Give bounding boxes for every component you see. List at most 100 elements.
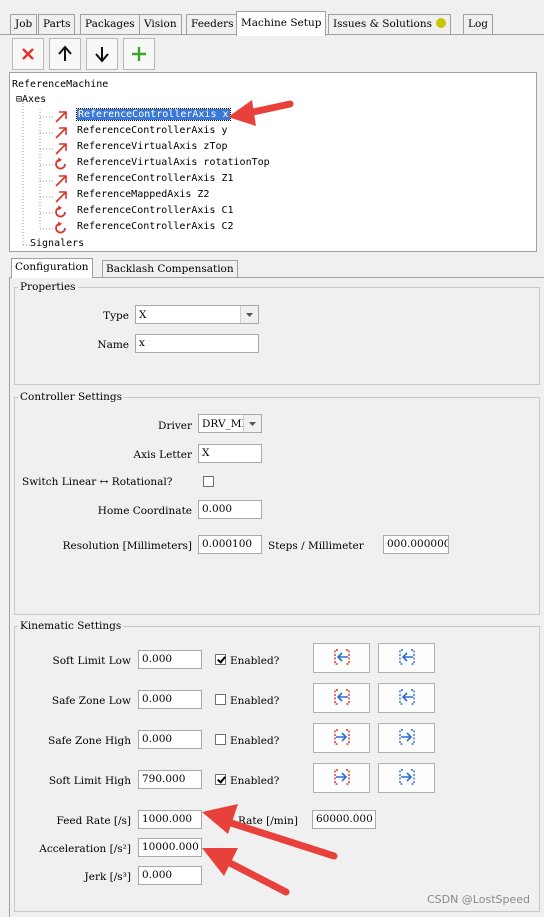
tab-label: Parts xyxy=(43,18,71,30)
soft-limit-high-move-button[interactable] xyxy=(378,763,435,793)
rotation-axis-icon xyxy=(54,221,68,235)
tab-label: Packages xyxy=(85,18,135,30)
soft-limit-low-enabled-checkbox[interactable] xyxy=(215,654,226,665)
soft-limit-low-field[interactable]: 0.000 xyxy=(138,650,202,669)
safe-zone-low-capture-button[interactable] xyxy=(313,683,370,713)
watermark: CSDN @LostSpeed xyxy=(426,893,530,906)
move-high-icon xyxy=(397,768,417,789)
safe-zone-high-field[interactable]: 0.000 xyxy=(138,730,202,749)
safe-zone-high-label: Safe Zone High xyxy=(48,735,131,747)
tree-connectors xyxy=(22,103,54,246)
home-coordinate-field[interactable]: 0.000 xyxy=(198,500,262,519)
switch-rotational-checkbox[interactable] xyxy=(203,476,214,487)
capture-high-icon xyxy=(332,768,352,789)
tab-label: Backlash Compensation xyxy=(106,263,234,275)
annotation-arrow-icon xyxy=(228,100,294,126)
steps-per-mm-field[interactable]: 000.000000 xyxy=(383,535,449,554)
tree-axis-item[interactable]: ReferenceVirtualAxis zTop xyxy=(77,141,228,152)
soft-limit-high-field[interactable]: 790.000 xyxy=(138,770,202,789)
tree-axis-item[interactable]: ReferenceControllerAxis y xyxy=(77,125,228,136)
tree-axis-item[interactable]: ReferenceControllerAxis C1 xyxy=(77,205,234,216)
safe-zone-low-field[interactable]: 0.000 xyxy=(138,690,202,709)
jerk-field[interactable]: 0.000 xyxy=(138,866,202,885)
axis-letter-label: Axis Letter xyxy=(133,449,192,461)
soft-limit-low-label: Soft Limit Low xyxy=(52,655,131,667)
group-title: Properties xyxy=(20,281,76,293)
steps-per-mm-label: Steps / Millimeter xyxy=(268,540,364,552)
tab-feeders[interactable]: Feeders xyxy=(186,14,239,34)
tab-packages[interactable]: Packages xyxy=(80,14,140,34)
move-low-icon xyxy=(397,648,417,669)
soft-limit-low-move-button[interactable] xyxy=(378,643,435,673)
plus-icon xyxy=(132,47,146,61)
tree-signalers-node[interactable]: Signalers xyxy=(30,238,84,249)
safe-zone-high-capture-button[interactable] xyxy=(313,723,370,753)
tree-axis-item[interactable]: ReferenceMappedAxis Z2 xyxy=(77,189,209,200)
tab-label: Log xyxy=(468,18,489,30)
tab-configuration[interactable]: Configuration xyxy=(11,258,93,278)
safe-zone-low-enabled-checkbox[interactable] xyxy=(215,694,226,705)
safe-zone-low-move-button[interactable] xyxy=(378,683,435,713)
tree-axis-item[interactable]: ReferenceControllerAxis C2 xyxy=(77,221,234,232)
capture-low-icon xyxy=(332,648,352,669)
safe-zone-high-enabled-checkbox[interactable] xyxy=(215,734,226,745)
linear-axis-icon xyxy=(54,173,68,187)
tab-issues-solutions[interactable]: Issues & Solutions xyxy=(328,14,451,34)
add-button[interactable] xyxy=(123,38,155,70)
capture-low-icon xyxy=(332,688,352,709)
group-title: Controller Settings xyxy=(20,391,123,403)
chevron-down-icon xyxy=(240,306,258,323)
soft-limit-high-capture-button[interactable] xyxy=(313,763,370,793)
chevron-down-icon xyxy=(243,415,261,432)
capture-high-icon xyxy=(332,728,352,749)
tab-label: Job xyxy=(15,18,33,30)
enabled-label: Enabled? xyxy=(230,735,280,747)
axis-letter-field[interactable]: X xyxy=(198,444,262,463)
safe-zone-low-label: Safe Zone Low xyxy=(51,695,131,707)
tree-axis-item[interactable]: ReferenceVirtualAxis rotationTop xyxy=(77,157,270,168)
linear-axis-icon xyxy=(54,125,68,139)
tab-label: Configuration xyxy=(15,261,89,273)
tab-vision[interactable]: Vision xyxy=(139,14,182,34)
group-title: Kinematic Settings xyxy=(20,620,122,632)
tab-machine-setup[interactable]: Machine Setup xyxy=(236,11,327,36)
acceleration-field[interactable]: 10000.000 xyxy=(138,838,202,857)
tab-log[interactable]: Log xyxy=(463,14,494,34)
move-high-icon xyxy=(397,728,417,749)
linear-axis-icon xyxy=(54,109,68,123)
arrow-up-icon xyxy=(58,45,72,61)
switch-rotational-label: Switch Linear ↔ Rotational? xyxy=(22,476,173,488)
soft-limit-high-enabled-checkbox[interactable] xyxy=(215,774,226,785)
name-label: Name xyxy=(97,339,129,351)
rotation-axis-icon xyxy=(54,205,68,219)
feed-rate-label: Feed Rate [/s] xyxy=(56,815,132,827)
tab-backlash-compensation[interactable]: Backlash Compensation xyxy=(102,260,238,277)
delete-button[interactable] xyxy=(12,38,44,70)
resolution-field[interactable]: 0.000100 xyxy=(198,535,262,554)
x-icon xyxy=(22,48,34,60)
tree-axis-item[interactable]: ReferenceControllerAxis x xyxy=(76,108,231,121)
type-label: Type xyxy=(103,310,129,322)
enabled-label: Enabled? xyxy=(230,775,280,787)
tab-parts[interactable]: Parts xyxy=(38,14,76,34)
tab-label: Issues & Solutions xyxy=(333,18,432,30)
home-coordinate-label: Home Coordinate xyxy=(97,505,192,517)
move-down-button[interactable] xyxy=(86,38,118,70)
tree-axis-item[interactable]: ReferenceControllerAxis Z1 xyxy=(77,173,234,184)
move-up-button[interactable] xyxy=(49,38,81,70)
soft-limit-low-capture-button[interactable] xyxy=(313,643,370,673)
tab-job[interactable]: Job xyxy=(10,14,38,34)
controller-settings-group: Controller Settings xyxy=(14,391,540,615)
annotation-arrow-icon xyxy=(202,804,338,896)
tab-label: Feeders xyxy=(191,18,234,30)
driver-select[interactable]: DRV_ME xyxy=(198,414,262,433)
properties-group: Properties xyxy=(14,281,540,385)
safe-zone-high-move-button[interactable] xyxy=(378,723,435,753)
name-field[interactable]: x xyxy=(135,334,259,353)
type-select[interactable]: X xyxy=(135,305,259,324)
linear-axis-icon xyxy=(54,189,68,203)
feed-rate-field[interactable]: 1000.000 xyxy=(138,810,202,829)
enabled-label: Enabled? xyxy=(230,655,280,667)
arrow-down-icon xyxy=(95,47,109,63)
main-tab-bar: Job Parts Packages Vision Feeders Machin… xyxy=(0,0,544,36)
